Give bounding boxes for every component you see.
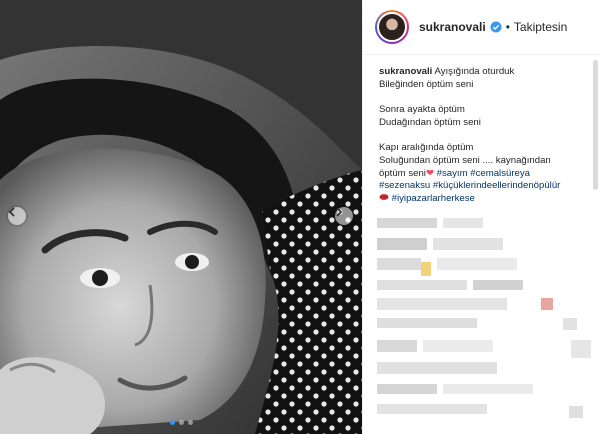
header-separator: • [505,20,510,34]
post-photo[interactable] [0,0,362,434]
caption-username[interactable]: sukranovali [379,66,432,77]
next-slide-button[interactable] [335,207,353,225]
hashtag-link[interactable]: #sayım [437,168,468,179]
avatar-story-ring[interactable] [375,10,409,44]
carousel-dot [169,420,175,425]
caption-line: Kapı aralığında öptüm [379,142,474,154]
carousel-indicator [0,420,362,425]
caption-line: Dudağından öptüm seni [379,116,481,128]
hashtag-link[interactable]: #cemalsüreya [470,168,530,179]
follow-status[interactable]: Takiptesin [514,20,567,34]
caption-line: öptüm seni [379,167,426,179]
photo-image [0,0,362,434]
caption-line: Soluğundan öptüm seni .... kaynağından [379,154,551,166]
carousel-dot [187,420,193,425]
caption-line: Ayışığında oturduk [434,66,515,77]
hashtag-link[interactable]: #sezenaksu [379,180,430,191]
chevron-left-icon [8,207,15,217]
previous-slide-button[interactable] [8,207,26,225]
post-header: sukranovali • Takiptesin [363,0,600,55]
post-details-panel: sukranovali • Takiptesin sukranovali Ayı… [362,0,600,434]
avatar[interactable] [377,12,407,42]
hashtag-link[interactable]: #iyipazarlarherkese [392,193,475,204]
kiss-emoji-icon [379,193,392,204]
carousel-dot [178,420,184,425]
heart-emoji-icon: ❤ [425,167,434,179]
username-link[interactable]: sukranovali [419,20,486,34]
verified-badge-icon [490,21,502,33]
caption-line: Sonra ayakta öptüm [379,104,465,116]
hashtag-link[interactable]: #küçüklerindeellerindenöpülür [433,180,560,191]
caption-line: Bileğinden öptüm seni [379,78,474,90]
comments-scrollbar[interactable] [593,60,598,190]
chevron-right-icon [336,207,343,217]
post-caption: sukranovali Ayışığında oturduk Bileğinde… [379,66,589,206]
